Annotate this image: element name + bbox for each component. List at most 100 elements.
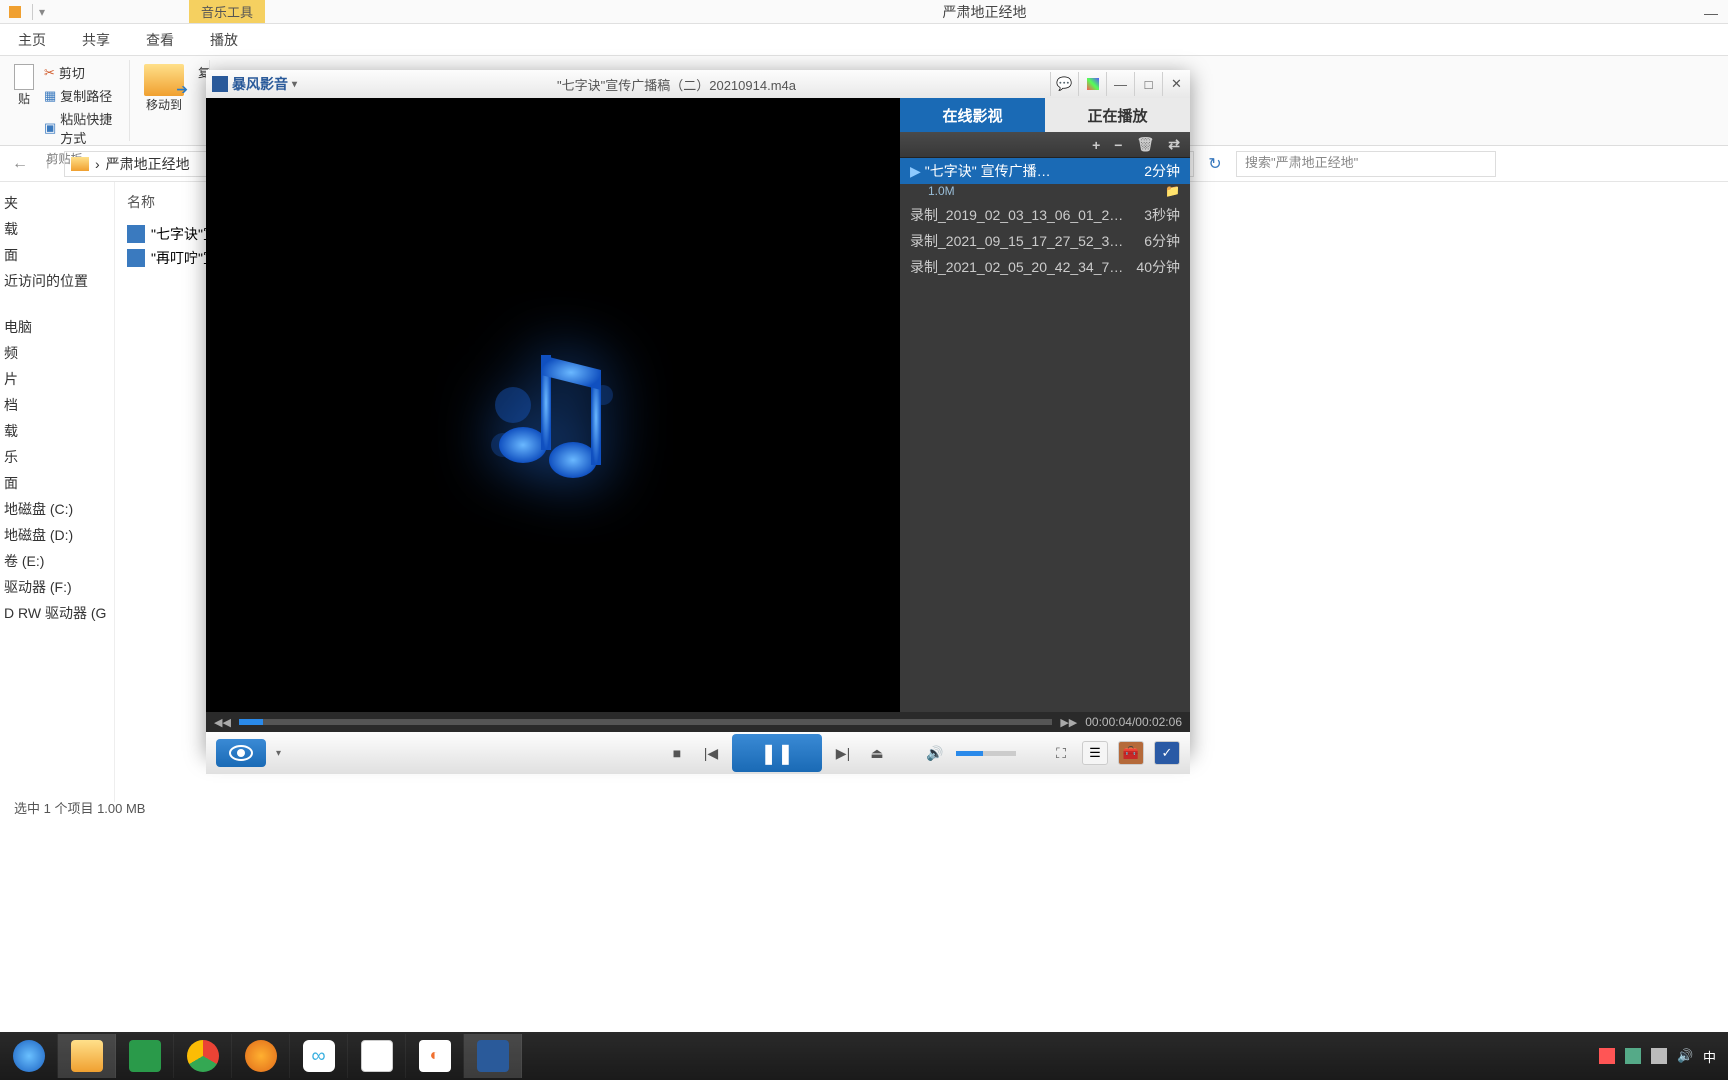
ribbon-tab-share[interactable]: 共享 <box>64 24 128 56</box>
pause-button[interactable]: ❚❚ <box>732 734 822 772</box>
nav-item[interactable]: 卷 (E:) <box>4 548 110 574</box>
nav-item[interactable]: 面 <box>4 242 110 268</box>
sidebar-tab-now-playing[interactable]: 正在播放 <box>1045 98 1190 132</box>
nav-item[interactable]: 载 <box>4 216 110 242</box>
nav-item[interactable]: 夹 <box>4 190 110 216</box>
refresh-button[interactable]: ↻ <box>1202 154 1228 174</box>
playlist-add-button[interactable]: + <box>1092 137 1100 153</box>
ribbon-tab-play[interactable]: 播放 <box>192 24 256 56</box>
nav-item[interactable]: 片 <box>4 366 110 392</box>
film-icon <box>212 76 228 92</box>
folder-icon[interactable]: 📁 <box>1165 184 1180 198</box>
system-tray: 🔊 中 <box>1587 1047 1728 1066</box>
player-titlebar[interactable]: 暴风影音 ▾ "七字诀"宣传广播稿（二）20210914.m4a 💬 — □ ✕ <box>206 70 1190 98</box>
explorer-statusbar: 选中 1 个项目 1.00 MB <box>0 796 1728 820</box>
nav-item[interactable]: 载 <box>4 418 110 444</box>
nav-item[interactable]: 面 <box>4 470 110 496</box>
taskbar-app-4[interactable]: ◐ <box>406 1034 464 1078</box>
eject-button[interactable]: ⏏ <box>864 740 890 766</box>
media-player-window: 暴风影音 ▾ "七字诀"宣传广播稿（二）20210914.m4a 💬 — □ ✕ <box>206 70 1190 754</box>
explorer-title: 严肃地正经地 <box>943 2 1027 22</box>
explorer-minimize-button[interactable]: — <box>1704 5 1718 19</box>
move-to-button[interactable]: ➔ 移动到 <box>140 62 188 115</box>
playlist-item[interactable]: 录制_2021_09_15_17_27_52_3…6分钟 <box>900 228 1190 254</box>
playlist-item-size: 1.0M 📁 <box>900 184 1190 202</box>
nav-item[interactable]: 乐 <box>4 444 110 470</box>
player-close-button[interactable]: ✕ <box>1162 72 1190 96</box>
playlist-remove-button[interactable]: − <box>1114 137 1122 153</box>
paste-shortcut-button[interactable]: ▣粘贴快捷方式 <box>44 108 119 148</box>
tray-volume-icon[interactable]: 🔊 <box>1677 1048 1693 1064</box>
playlist-item[interactable]: 录制_2021_02_05_20_42_34_7…40分钟 <box>900 254 1190 280</box>
tray-ime[interactable]: 中 <box>1703 1047 1716 1066</box>
nav-item[interactable]: 地磁盘 (C:) <box>4 496 110 522</box>
view-mode-button[interactable] <box>216 739 266 767</box>
volume-slider[interactable] <box>956 751 1016 756</box>
player-minimize-button[interactable]: — <box>1106 72 1134 96</box>
nav-up-button[interactable]: ↑ <box>40 155 56 173</box>
video-display-area[interactable] <box>206 98 900 712</box>
nav-item[interactable]: 频 <box>4 340 110 366</box>
taskbar-app-2[interactable]: ∞ <box>290 1034 348 1078</box>
nav-item[interactable]: 地磁盘 (D:) <box>4 522 110 548</box>
logo-dropdown-icon[interactable]: ▾ <box>292 79 297 90</box>
cut-button[interactable]: ✂剪切 <box>44 62 119 83</box>
play-marker-icon: ▶ <box>910 163 921 179</box>
taskbar-app-3[interactable] <box>348 1034 406 1078</box>
volume-fill <box>956 751 983 756</box>
time-display: 00:00:04/00:02:06 <box>1085 715 1182 729</box>
fullscreen-button[interactable]: ⛶ <box>1048 740 1074 766</box>
player-maximize-button[interactable]: □ <box>1134 72 1162 96</box>
next-button[interactable]: ▶| <box>830 740 856 766</box>
player-logo[interactable]: 暴风影音 ▾ <box>206 74 303 94</box>
tray-network-icon[interactable] <box>1651 1048 1667 1064</box>
ribbon-tab-view[interactable]: 查看 <box>128 24 192 56</box>
settings-button[interactable]: ✓ <box>1154 741 1180 765</box>
nav-item[interactable]: 近访问的位置 <box>4 268 110 294</box>
playlist-delete-button[interactable]: 🗑 <box>1136 136 1154 153</box>
taskbar-chrome[interactable] <box>174 1034 232 1078</box>
toolbox-button[interactable]: 🧰 <box>1118 741 1144 765</box>
seek-back-button[interactable]: ◀◀ <box>214 716 231 729</box>
sidebar-tab-online[interactable]: 在线影视 <box>900 98 1045 132</box>
previous-button[interactable]: |◀ <box>698 740 724 766</box>
ribbon-tabs: 主页 共享 查看 播放 <box>0 24 1728 56</box>
nav-item[interactable]: 电脑 <box>4 314 110 340</box>
tray-shield-icon[interactable] <box>1625 1048 1641 1064</box>
qat-dropdown[interactable]: ▾ <box>35 5 49 19</box>
taskbar: ∞ ◐ 🔊 中 <box>0 1032 1728 1080</box>
view-mode-dropdown[interactable]: ▾ <box>276 748 281 759</box>
explorer-titlebar: ▾ 音乐工具 严肃地正经地 — <box>0 0 1728 24</box>
playlist-toggle-button[interactable]: ☰ <box>1082 741 1108 765</box>
music-note-icon <box>463 315 643 495</box>
seek-track[interactable] <box>239 719 1052 725</box>
nav-item[interactable]: D RW 驱动器 (G <box>4 600 110 626</box>
video-file-icon <box>127 249 145 267</box>
explorer-system-menu[interactable] <box>0 6 30 18</box>
context-tab-music-tools[interactable]: 音乐工具 <box>189 0 265 23</box>
taskbar-player[interactable] <box>464 1034 522 1078</box>
folder-icon <box>71 157 89 171</box>
playlist-item[interactable]: ▶"七字诀" 宣传广播… 2分钟 <box>900 158 1190 184</box>
playlist-item[interactable]: 录制_2019_02_03_13_06_01_2…3秒钟 <box>900 202 1190 228</box>
player-comment-button[interactable]: 💬 <box>1050 72 1078 96</box>
nav-item[interactable]: 档 <box>4 392 110 418</box>
taskbar-explorer[interactable] <box>58 1034 116 1078</box>
stop-button[interactable]: ■ <box>664 740 690 766</box>
ribbon-tab-home[interactable]: 主页 <box>0 24 64 56</box>
copy-path-button[interactable]: ▦复制路径 <box>44 85 119 106</box>
seek-bar: ◀◀ ▶▶ 00:00:04/00:02:06 <box>206 712 1190 732</box>
nav-back-button[interactable]: ← <box>8 155 32 173</box>
paste-label: 贴 <box>18 90 30 107</box>
taskbar-store[interactable] <box>116 1034 174 1078</box>
tray-flag-icon[interactable] <box>1599 1048 1615 1064</box>
volume-button[interactable]: 🔊 <box>922 740 948 766</box>
playlist-loop-button[interactable]: ⇄ <box>1168 136 1180 153</box>
search-input[interactable]: 搜索"严肃地正经地" <box>1236 151 1496 177</box>
nav-item[interactable]: 驱动器 (F:) <box>4 574 110 600</box>
taskbar-ie[interactable] <box>0 1034 58 1078</box>
seek-forward-button[interactable]: ▶▶ <box>1060 716 1077 729</box>
paste-button[interactable]: 贴 <box>10 62 38 148</box>
player-color-button[interactable] <box>1078 72 1106 96</box>
taskbar-app-1[interactable] <box>232 1034 290 1078</box>
